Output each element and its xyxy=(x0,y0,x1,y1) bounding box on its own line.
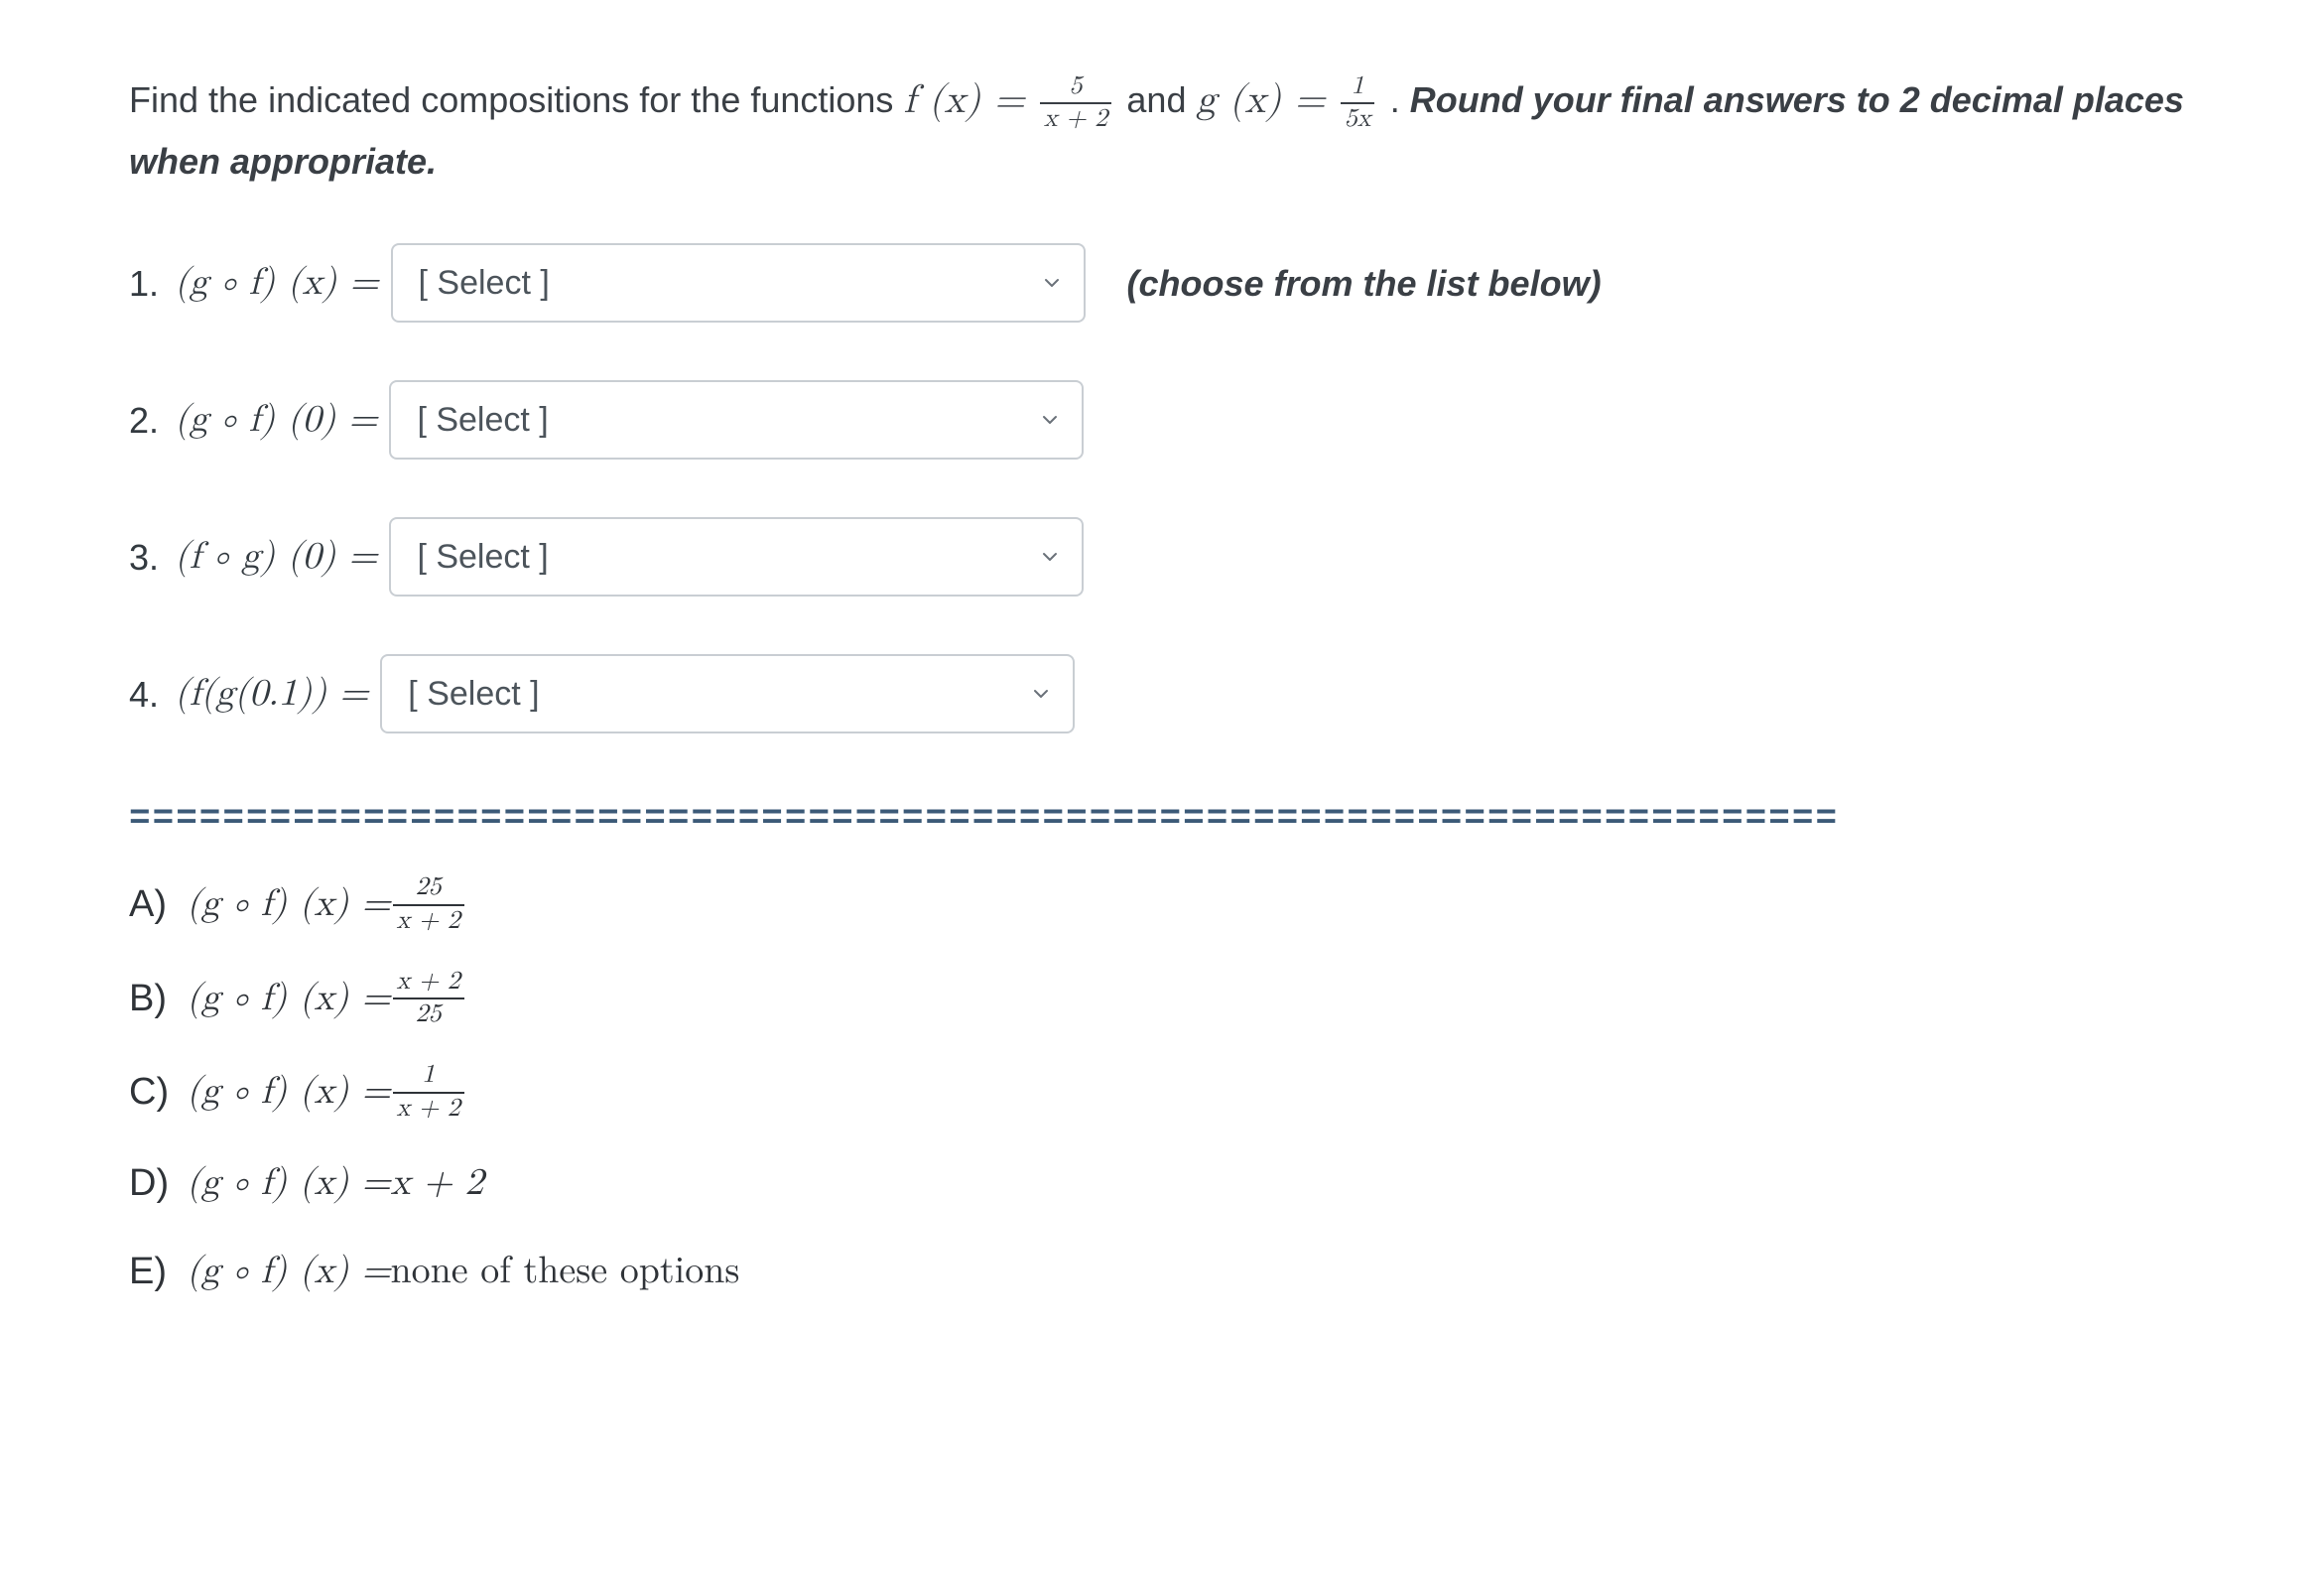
option-e-rhs: none of these options xyxy=(391,1245,740,1299)
option-d: D) (g ∘ f) (x) = x + 2 xyxy=(129,1156,2195,1211)
question-4-lhs: (f(g(0.1)) = xyxy=(175,665,368,724)
page: Find the indicated compositions for the … xyxy=(0,0,2324,1596)
option-letter: A) xyxy=(129,877,187,932)
option-lhs: (g ∘ f) (x) = xyxy=(187,877,391,932)
option-letter: C) xyxy=(129,1065,187,1120)
option-a-den: x + 2 xyxy=(393,906,464,935)
option-lhs: (g ∘ f) (x) = xyxy=(187,1245,391,1299)
g-denominator: 5x xyxy=(1341,104,1375,133)
option-lhs: (g ∘ f) (x) = xyxy=(187,972,391,1026)
intro-lead: Find the indicated compositions for the … xyxy=(129,79,903,120)
option-a-num: 25 xyxy=(393,874,464,905)
option-lhs: (g ∘ f) (x) = xyxy=(187,1065,391,1120)
g-numerator: 1 xyxy=(1341,73,1375,104)
chevron-down-icon xyxy=(1040,271,1064,295)
option-lhs: (g ∘ f) (x) = xyxy=(187,1156,391,1211)
select-q1[interactable]: [ Select ] xyxy=(391,243,1086,323)
option-letter: E) xyxy=(129,1245,187,1299)
question-3-label: 3. (f ∘ g) (0) = xyxy=(129,528,377,587)
option-c-fraction: 1 x + 2 xyxy=(391,1062,466,1123)
question-row-1: 1. (g ∘ f) (x) = [ Select ] (choose from… xyxy=(129,243,2195,323)
question-1-number: 1. xyxy=(129,256,175,312)
f-denominator: x + 2 xyxy=(1040,104,1111,133)
option-a-fraction: 25 x + 2 xyxy=(391,874,466,935)
divider-row: ========================================… xyxy=(129,791,2213,847)
options-list: A) (g ∘ f) (x) = 25 x + 2 B) (g ∘ f) (x)… xyxy=(129,874,2195,1299)
select-q3[interactable]: [ Select ] xyxy=(389,517,1084,597)
option-b-den: 25 xyxy=(393,999,464,1028)
option-letter: D) xyxy=(129,1156,187,1211)
g-fraction: 1 5x xyxy=(1339,73,1377,134)
question-2-label: 2. (g ∘ f) (0) = xyxy=(129,391,377,450)
intro-fx: f (x) = 5 x + 2 xyxy=(903,80,1126,120)
option-c: C) (g ∘ f) (x) = 1 x + 2 xyxy=(129,1062,2195,1123)
f-fraction: 5 x + 2 xyxy=(1038,73,1113,134)
g-label: g (x) = xyxy=(1196,80,1338,120)
question-3-number: 3. xyxy=(129,530,175,586)
option-b-num: x + 2 xyxy=(393,969,464,999)
f-numerator: 5 xyxy=(1040,73,1111,104)
intro-period: . xyxy=(1390,79,1410,120)
select-placeholder: [ Select ] xyxy=(408,668,539,721)
question-row-3: 3. (f ∘ g) (0) = [ Select ] xyxy=(129,517,2195,597)
select-q4[interactable]: [ Select ] xyxy=(380,654,1075,733)
chevron-down-icon xyxy=(1038,545,1062,569)
option-rhs: 1 x + 2 xyxy=(391,1062,466,1123)
option-letter: B) xyxy=(129,972,187,1026)
option-c-den: x + 2 xyxy=(393,1094,464,1123)
option-c-num: 1 xyxy=(393,1062,464,1093)
intro-gx: g (x) = 1 5x xyxy=(1196,80,1389,120)
question-2-number: 2. xyxy=(129,393,175,449)
chevron-down-icon xyxy=(1038,408,1062,432)
select-placeholder: [ Select ] xyxy=(419,257,550,310)
select-q2[interactable]: [ Select ] xyxy=(389,380,1084,460)
option-rhs: x + 2 25 xyxy=(391,969,466,1029)
question-row-2: 2. (g ∘ f) (0) = [ Select ] xyxy=(129,380,2195,460)
question-1-label: 1. (g ∘ f) (x) = xyxy=(129,254,379,313)
f-label: f (x) = xyxy=(903,80,1037,120)
question-row-4: 4. (f(g(0.1)) = [ Select ] xyxy=(129,654,2195,733)
question-3-lhs: (f ∘ g) (0) = xyxy=(175,528,377,587)
choose-hint: (choose from the list below) xyxy=(1127,256,1602,312)
question-4-label: 4. (f(g(0.1)) = xyxy=(129,665,368,724)
option-b: B) (g ∘ f) (x) = x + 2 25 xyxy=(129,969,2195,1029)
question-2-lhs: (g ∘ f) (0) = xyxy=(175,391,377,450)
select-placeholder: [ Select ] xyxy=(417,394,548,447)
question-4-number: 4. xyxy=(129,667,175,723)
option-a: A) (g ∘ f) (x) = 25 x + 2 xyxy=(129,874,2195,935)
option-b-fraction: x + 2 25 xyxy=(391,969,466,1029)
intro-mid: and xyxy=(1126,79,1196,120)
select-placeholder: [ Select ] xyxy=(417,531,548,584)
option-rhs: 25 x + 2 xyxy=(391,874,466,935)
question-1-lhs: (g ∘ f) (x) = xyxy=(175,254,379,313)
option-e: E) (g ∘ f) (x) = none of these options xyxy=(129,1245,2195,1299)
chevron-down-icon xyxy=(1029,682,1053,706)
option-d-rhs: x + 2 xyxy=(391,1156,484,1211)
intro-paragraph: Find the indicated compositions for the … xyxy=(129,69,2195,189)
